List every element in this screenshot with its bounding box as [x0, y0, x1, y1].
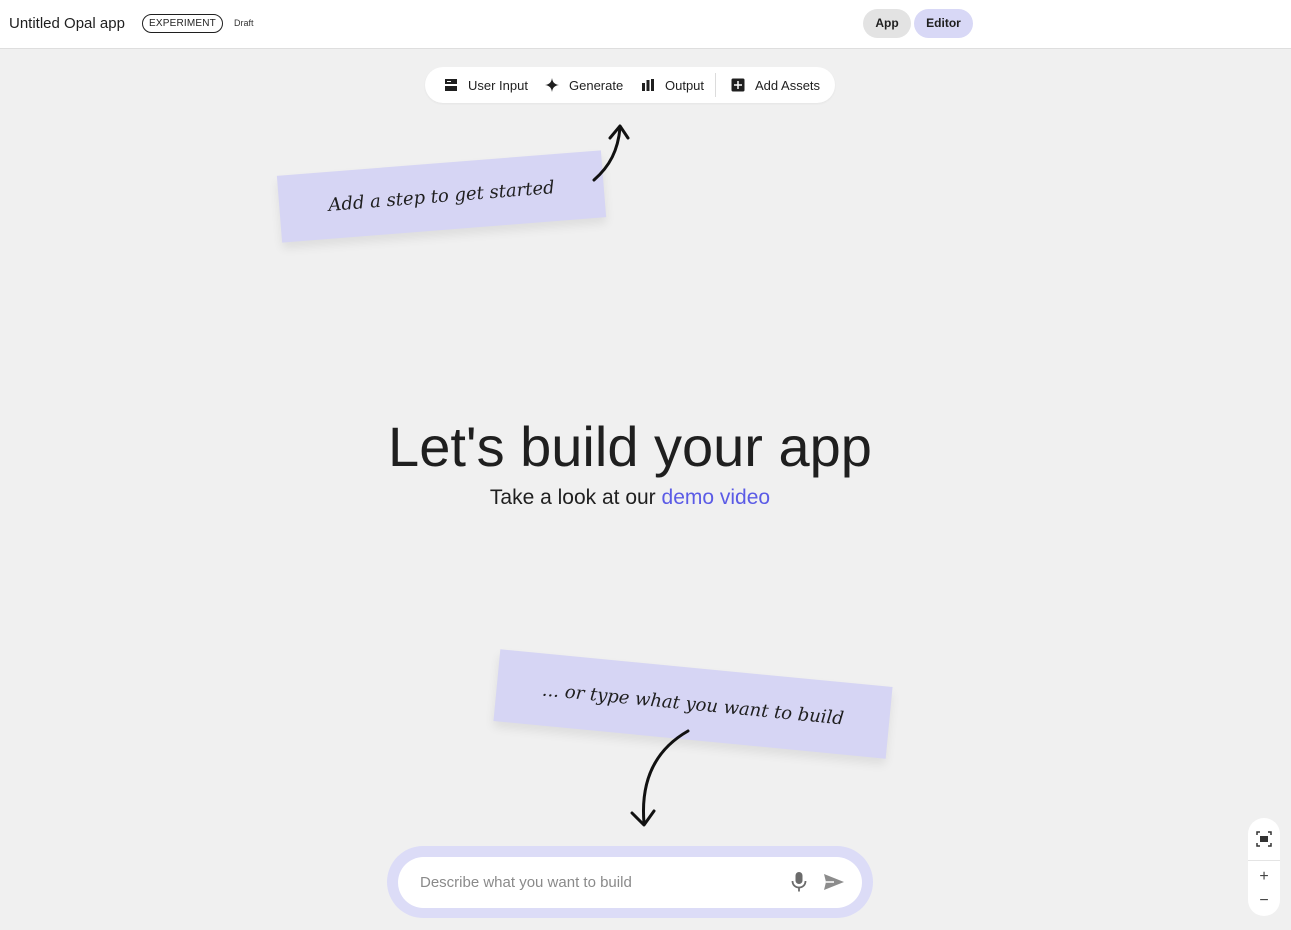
type-to-build-hint-text: ... or type what you want to build	[541, 679, 845, 729]
microphone-icon	[791, 872, 807, 892]
experiment-badge: EXPERIMENT	[142, 14, 223, 33]
fit-screen-icon	[1256, 831, 1272, 847]
add-step-hint-note: Add a step to get started	[276, 150, 607, 243]
add-step-hint-text: Add a step to get started	[327, 177, 556, 216]
send-icon	[824, 874, 844, 890]
output-icon	[641, 78, 655, 92]
user-input-button[interactable]: User Input	[444, 67, 528, 103]
demo-video-link[interactable]: demo video	[662, 486, 771, 509]
generate-label: Generate	[569, 77, 624, 93]
add-assets-label: Add Assets	[755, 77, 821, 93]
zoom-in-button[interactable]: +	[1255, 867, 1273, 887]
arrow-down-icon	[630, 729, 690, 827]
hero-title: Let's build your app	[388, 415, 872, 478]
user-input-label: User Input	[468, 77, 528, 93]
zoom-out-button[interactable]: −	[1255, 891, 1273, 911]
add-assets-button[interactable]: Add Assets	[731, 67, 820, 103]
top-bar: Untitled Opal app EXPERIMENT Draft App E…	[0, 0, 1291, 49]
describe-app-input[interactable]	[420, 870, 770, 894]
step-toolbar: User Input Generate Output Add Assets	[425, 67, 835, 103]
user-input-icon	[444, 78, 458, 92]
output-label: Output	[665, 77, 705, 93]
hero-subtitle-text: Take a look at our	[489, 486, 662, 509]
sparkle-icon	[545, 78, 559, 92]
hero-subtitle: Take a look at our demo video	[0, 486, 1260, 510]
app-title[interactable]: Untitled Opal app	[9, 15, 125, 32]
draft-status: Draft	[234, 18, 254, 28]
add-assets-icon	[731, 78, 745, 92]
zoom-separator	[1248, 860, 1280, 861]
microphone-button[interactable]	[789, 871, 809, 893]
generate-button[interactable]: Generate	[545, 67, 623, 103]
fit-to-screen-button[interactable]	[1256, 831, 1272, 847]
send-button[interactable]	[822, 872, 846, 892]
toolbar-divider	[715, 73, 716, 97]
editor-view-button[interactable]: Editor	[914, 9, 973, 38]
app-view-button[interactable]: App	[863, 9, 911, 38]
output-button[interactable]: Output	[641, 67, 704, 103]
arrow-up-icon	[592, 124, 630, 182]
